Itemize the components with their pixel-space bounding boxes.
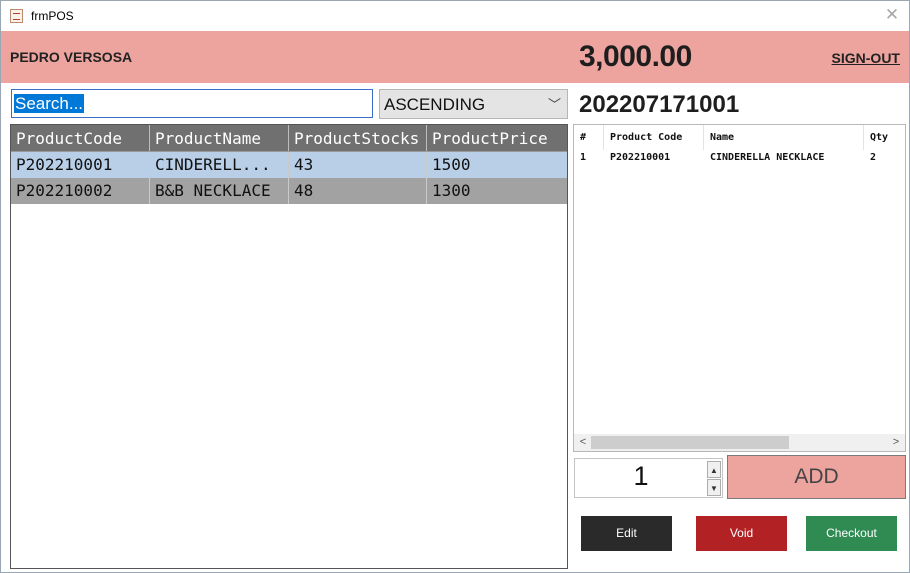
product-code-cell: P202210001 [11,152,150,178]
quantity-value[interactable]: 1 [575,461,707,492]
product-code-cell: P202210002 [11,178,150,204]
close-icon[interactable]: ✕ [883,5,901,25]
product-price-cell: 1300 [432,181,471,200]
chevron-down-icon: ﹀ [547,97,561,112]
search-input[interactable]: Search... [11,89,373,118]
total-amount: 3,000.00 [579,40,692,73]
cart-qty-cell: 2 [870,152,877,163]
cart-name-cell: CINDERELLA NECKLACE [710,152,825,163]
product-stocks-cell: 48 [289,178,427,204]
product-grid[interactable]: ProductCode ProductName ProductStocks Pr… [10,124,568,569]
chevron-left-icon[interactable]: < [576,434,590,451]
horizontal-scrollbar[interactable]: < > [574,434,905,451]
checkout-button[interactable]: Checkout [806,516,897,551]
column-header[interactable]: ProductStocks [289,125,427,151]
product-row[interactable]: P202210002 B&B NECKLACE 48 1300 [11,178,567,204]
window-title: frmPOS [31,9,74,23]
cart-code-cell: P202210001 [610,152,671,163]
transaction-number: 202207171001 [579,91,740,118]
header-band: PEDRO VERSOSA 3,000.00 SIGN-OUT [1,31,909,83]
search-input-text: Search... [14,94,85,113]
column-header[interactable]: Name [704,125,864,150]
product-price-cell: 1500 [432,155,471,174]
column-header[interactable]: ProductPrice [427,125,567,151]
title-bar: frmPOS ✕ [1,1,909,31]
sort-order-select[interactable]: ASCENDING ﹀ [379,89,568,119]
add-button[interactable]: ADD [727,455,906,499]
cart-list[interactable]: # Product Code Name Qty 1 P202210001 CIN… [573,124,906,452]
quantity-stepper[interactable]: 1 ▲ ▼ [574,458,723,498]
chevron-right-icon[interactable]: > [889,434,903,451]
product-stocks-cell: 43 [289,152,427,178]
cart-row[interactable]: 1 P202210001 CINDERELLA NECKLACE 2 [574,151,905,165]
column-header[interactable]: ProductCode [11,125,150,151]
edit-button[interactable]: Edit [581,516,672,551]
column-header[interactable]: ProductName [150,125,289,151]
column-header[interactable]: Product Code [604,125,704,150]
app-icon [10,9,23,23]
product-name-cell: B&B NECKLACE [150,178,289,204]
product-row[interactable]: P202210001 CINDERELL... 43 1500 [11,152,567,178]
scrollbar-thumb[interactable] [591,436,789,449]
sort-order-value: ASCENDING [384,95,486,114]
cart-index-cell: 1 [580,152,587,163]
column-header[interactable]: Qty [864,125,905,150]
column-header[interactable]: # [574,125,604,150]
signout-link[interactable]: SIGN-OUT [832,50,900,66]
arrow-up-icon[interactable]: ▲ [707,461,721,478]
product-name-cell: CINDERELL... [150,152,289,178]
cart-list-header: # Product Code Name Qty [574,125,905,150]
void-button[interactable]: Void [696,516,787,551]
arrow-down-icon[interactable]: ▼ [707,479,721,496]
pos-window: frmPOS ✕ PEDRO VERSOSA 3,000.00 SIGN-OUT… [0,0,910,573]
user-name: PEDRO VERSOSA [10,49,133,65]
product-grid-header: ProductCode ProductName ProductStocks Pr… [11,125,567,152]
